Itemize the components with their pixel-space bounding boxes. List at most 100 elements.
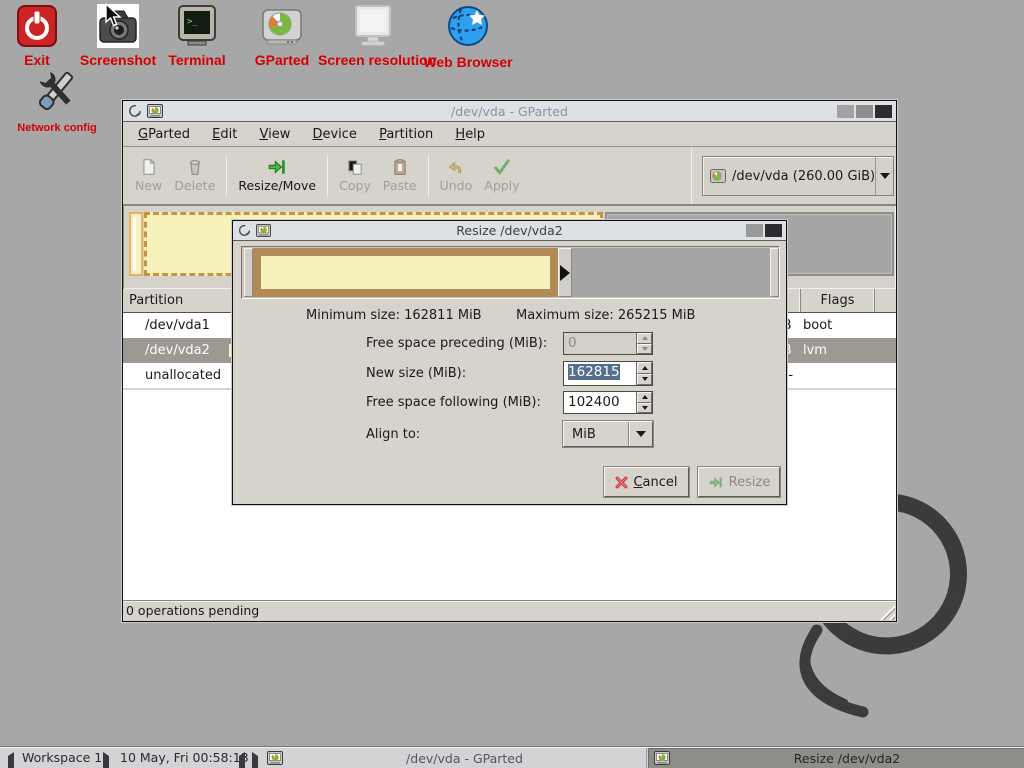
new-size-label: New size (MiB): <box>366 363 466 385</box>
undo-button[interactable]: Undo <box>434 150 479 202</box>
spin-up-icon <box>637 333 652 344</box>
align-to-value: MiB <box>564 427 628 442</box>
usage-stripe <box>133 217 136 271</box>
partition-size-bar[interactable] <box>253 248 558 297</box>
free-following-label: Free space following (MiB): <box>366 392 541 414</box>
toolbar-separator <box>691 147 692 204</box>
device-selector-value: /dev/vda (260.00 GiB) <box>732 169 875 184</box>
main-window-titlebar[interactable]: /dev/vda - GParted <box>123 101 896 122</box>
free-preceding-value: 0 <box>564 333 636 354</box>
new-button[interactable]: New <box>129 150 168 202</box>
maximize-button[interactable] <box>856 105 873 118</box>
spin-down-icon[interactable] <box>637 403 652 414</box>
minimum-size-label: Minimum size: 162811 MiB <box>306 305 482 327</box>
paste-button[interactable]: Paste <box>377 150 423 202</box>
mouse-cursor <box>105 3 125 29</box>
statusbar: 0 operations pending <box>123 600 896 621</box>
partition-block-vda1[interactable] <box>129 212 143 276</box>
menu-view[interactable]: View <box>250 122 299 147</box>
paste-icon <box>391 158 409 176</box>
power-icon <box>16 4 58 48</box>
pager-prev-icon[interactable] <box>239 754 245 768</box>
workspace-label[interactable]: Workspace 1 <box>22 748 102 768</box>
minimize-button[interactable] <box>837 105 854 118</box>
desktop-icon-screen-resolution[interactable]: Screen resolution <box>318 4 428 68</box>
toolbar-separator <box>327 155 328 197</box>
new-size-value-selected[interactable]: 162815 <box>568 364 620 380</box>
gparted-task-icon <box>654 751 670 765</box>
toolbar-separator <box>226 155 227 197</box>
drag-arrow-icon <box>560 265 570 281</box>
svg-text:>_: >_ <box>187 17 198 27</box>
resize-move-icon <box>267 158 287 176</box>
menu-help[interactable]: Help <box>446 122 494 147</box>
hard-disk-icon <box>709 167 727 185</box>
new-partition-icon <box>140 158 158 176</box>
gparted-disk-icon <box>260 4 304 48</box>
dropdown-arrow-icon[interactable] <box>875 157 893 195</box>
workspace-next-icon[interactable] <box>103 754 109 768</box>
resize-slider-widget <box>241 246 780 299</box>
main-toolbar: New Delete Resize/Move Copy Paste Undo A… <box>123 147 896 205</box>
new-size-spinbox[interactable]: 162815 <box>563 361 653 386</box>
free-preceding-spinbox: 0 <box>563 332 653 355</box>
apply-check-icon <box>493 158 511 176</box>
left-resize-handle[interactable] <box>244 248 253 297</box>
dialog-title: Resize /dev/vda2 <box>233 223 786 238</box>
resize-grip-icon[interactable] <box>879 604 895 620</box>
menu-edit[interactable]: Edit <box>203 122 246 147</box>
resize-move-button[interactable]: Resize/Move <box>232 150 322 202</box>
menu-gparted[interactable]: GParted <box>129 122 199 147</box>
desktop-icon-network-config[interactable]: Network config <box>0 68 122 134</box>
menu-partition[interactable]: Partition <box>370 122 442 147</box>
align-to-label: Align to: <box>366 424 420 446</box>
apply-button[interactable]: Apply <box>478 150 525 202</box>
monitor-icon <box>351 4 395 48</box>
maximum-size-label: Maximum size: 265215 MiB <box>516 305 695 327</box>
desktop-icon-label: Network config <box>0 122 122 134</box>
desktop-icon-label: Web Browser <box>413 54 523 70</box>
delete-button[interactable]: Delete <box>168 150 221 202</box>
close-button[interactable] <box>765 224 782 237</box>
taskbar: Workspace 1 10 May, Fri 00:58:13 /dev/vd… <box>0 747 1024 768</box>
free-space-bar[interactable] <box>572 248 770 297</box>
workspace-prev-icon[interactable] <box>8 754 14 768</box>
taskbar-task-gparted[interactable]: /dev/vda - GParted <box>262 748 647 768</box>
menu-device[interactable]: Device <box>303 122 365 147</box>
dialog-titlebar[interactable]: Resize /dev/vda2 <box>233 221 786 241</box>
resize-confirm-button[interactable]: Resize <box>698 467 780 497</box>
far-right-handle <box>770 248 779 297</box>
align-to-dropdown[interactable]: MiB <box>563 421 653 447</box>
terminal-icon: >_ <box>176 4 218 48</box>
resize-dialog: Resize /dev/vda2 Minimum size: 162811 Mi… <box>232 220 787 505</box>
spin-up-icon[interactable] <box>637 392 652 403</box>
status-text: 0 operations pending <box>126 603 259 618</box>
maximize-button[interactable] <box>746 224 763 237</box>
free-preceding-label: Free space preceding (MiB): <box>366 333 547 355</box>
desktop-icon-web-browser[interactable]: Web Browser <box>413 4 523 70</box>
globe-icon <box>445 4 491 50</box>
spin-up-icon[interactable] <box>637 362 652 374</box>
free-following-spinbox[interactable]: 102400 <box>563 391 653 414</box>
free-following-value[interactable]: 102400 <box>564 392 636 413</box>
undo-icon <box>447 158 465 176</box>
taskbar-task-resize-dialog[interactable]: Resize /dev/vda2 <box>648 748 1024 768</box>
task-title: /dev/vda - GParted <box>283 751 646 766</box>
spin-down-icon <box>637 344 652 355</box>
clock: 10 May, Fri 00:58:13 <box>120 748 249 768</box>
close-button[interactable] <box>875 105 892 118</box>
cancel-x-icon <box>615 476 628 489</box>
toolbar-separator <box>428 155 429 197</box>
column-header-flags[interactable]: Flags <box>801 289 875 312</box>
cancel-button[interactable]: Cancel <box>604 467 689 497</box>
right-resize-handle[interactable] <box>558 248 572 297</box>
main-window-title: /dev/vda - GParted <box>123 104 896 119</box>
trash-icon <box>186 158 204 176</box>
tools-icon <box>30 68 84 118</box>
spin-down-icon[interactable] <box>637 374 652 386</box>
device-selector[interactable]: /dev/vda (260.00 GiB) <box>702 156 894 196</box>
copy-icon <box>346 158 364 176</box>
main-menubar: GParted Edit View Device Partition Help <box>123 122 896 147</box>
pager-next-icon[interactable] <box>252 754 258 768</box>
copy-button[interactable]: Copy <box>333 150 377 202</box>
